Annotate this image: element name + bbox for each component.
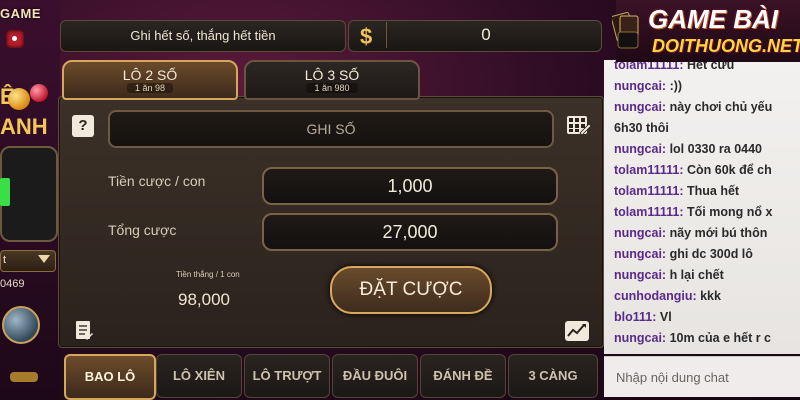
place-bet-label: ĐẶT CƯỢC [359,279,463,300]
brand-subtitle: DOITHUONG.NET [652,36,800,56]
chat-text: 6h30 thôi [614,121,669,135]
win-per-value: 98,000 [178,290,230,309]
chat-input[interactable] [614,366,798,388]
slogan-text: Ghi hết số, thắng hết tiền [130,28,276,43]
chat-message: nungcai: ghi dc 300d lô [614,247,800,261]
chat-message: nungcai: h lại chết [614,268,800,282]
chat-message: cunhodangiu: kkk [614,289,800,303]
chat-username: tolam11111: [614,163,684,177]
chat-text: Tối mong nổ x [683,205,773,219]
chat-username: tolam11111: [614,205,684,219]
bet-per-value: 1,000 [387,176,433,196]
tab-dau-duoi[interactable]: ĐẦU ĐUÔI [332,354,418,398]
chat-username: nungcai: [614,100,667,114]
ghi-so-placeholder: GHI SỐ [306,121,356,137]
chat-username: nungcai: [614,226,667,240]
lottery-ball-icon [30,84,48,102]
globe-icon [2,306,40,344]
dice-icon [6,30,24,48]
left-partial-word-bottom: ANH [0,114,48,139]
chat-message: tolam11111: Tối mong nổ x [614,205,800,219]
chat-message: tolam11111: Còn 60k để ch [614,163,800,177]
tab-label: ĐÁNH ĐỀ [433,368,493,383]
chat-text: nãy mới bú thôn [666,226,768,240]
left-number-fragment: 0469 [0,278,25,290]
globe-stand [10,372,38,382]
chat-text: :)) [666,79,683,93]
tab-odds: 1 ăn 980 [306,83,358,93]
bet-per-input[interactable]: 1,000 [262,167,558,205]
notes-icon[interactable] [74,320,94,342]
tab-label: LÔ 3 SỐ [304,67,360,83]
lottery-ball-icon [8,88,30,110]
tab-label: 3 CÀNG [528,368,578,383]
chat-text: ghi dc 300d lô [666,247,753,261]
chat-username: nungcai: [614,268,667,282]
total-bet-field: 27,000 [262,213,558,251]
chat-username: blo111: [614,310,657,324]
chat-message: tolam11111: Thua hết [614,184,800,198]
chat-username: tolam11111: [614,184,684,198]
tab-label: LÔ TRƯỢT [252,368,322,383]
left-green-indicator [0,178,10,206]
tab-lo-truot[interactable]: LÔ TRƯỢT [244,354,330,398]
tab-danh-de[interactable]: ĐÁNH ĐỀ [420,354,506,398]
chat-text: Vl [656,310,672,324]
total-bet-value: 27,000 [382,222,438,242]
balance-value: 0 [481,25,491,44]
place-bet-button[interactable]: ĐẶT CƯỢC [330,266,492,314]
tab-lo-3-so[interactable]: LÔ 3 SỐ 1 ăn 980 [244,60,420,100]
tab-odds: 1 ăn 98 [126,83,174,93]
chat-input-bar [604,356,800,397]
tab-label: LÔ 2 SỐ [122,67,178,83]
chat-message: nungcai: :)) [614,79,800,93]
chat-message: nungcai: nãy mới bú thôn [614,226,800,240]
chat-message: nungcai: lol 0330 ra 0440 [614,142,800,156]
chat-username: nungcai: [614,331,667,345]
chat-username: nungcai: [614,247,667,261]
help-icon[interactable]: ? [72,115,94,137]
chat-text: này chơi chủ yếu [666,100,773,114]
slogan-bar: Ghi hết số, thắng hết tiền [60,20,346,52]
tab-3-cang[interactable]: 3 CÀNG [508,354,598,398]
playing-cards-icon [612,12,639,49]
number-grid-icon[interactable] [566,115,592,137]
total-bet-label: Tổng cược [108,222,177,238]
tab-label: ĐẦU ĐUÔI [342,368,408,383]
chat-message: nungcai: này chơi chủ yếu [614,100,800,114]
chat-username: nungcai: [614,79,667,93]
tab-lo-xien[interactable]: LÔ XIÊN [156,354,242,398]
chat-username: cunhodangiu: [614,289,697,303]
left-dropdown-label: t [3,254,7,266]
chart-icon[interactable] [564,320,590,342]
dollar-icon: $ [360,24,373,49]
chat-message: 6h30 thôi [614,121,800,135]
chat-text: kkk [696,289,721,303]
chat-text: lol 0330 ra 0440 [666,142,762,156]
chat-text: Còn 60k để ch [683,163,772,177]
tab-label: LÔ XIÊN [172,368,225,383]
tab-label: BAO LÔ [84,369,136,384]
chat-username: nungcai: [614,142,667,156]
chat-message: nungcai: 10m của e hết r c [614,331,800,345]
ghi-so-input[interactable]: GHI SỐ [108,110,554,148]
brand-title: GAME BÀI [648,4,778,34]
tab-lo-2-so[interactable]: LÔ 2 SỐ 1 ăn 98 [62,60,238,100]
win-per-label: Tiền thắng / 1 con [176,270,240,279]
chat-panel[interactable]: tolam11111: Hết cứu nungcai: :)) nungcai… [604,60,800,354]
chat-text: 10m của e hết r c [666,331,772,345]
chevron-down-icon [38,255,50,263]
chat-message: blo111: Vl [614,310,800,324]
chat-text: Thua hết [683,184,740,198]
bet-per-label: Tiền cược / con [108,173,206,189]
tab-bao-lo[interactable]: BAO LÔ [64,354,156,400]
chat-text: h lại chết [666,268,724,282]
left-logo: GAME [0,6,41,21]
